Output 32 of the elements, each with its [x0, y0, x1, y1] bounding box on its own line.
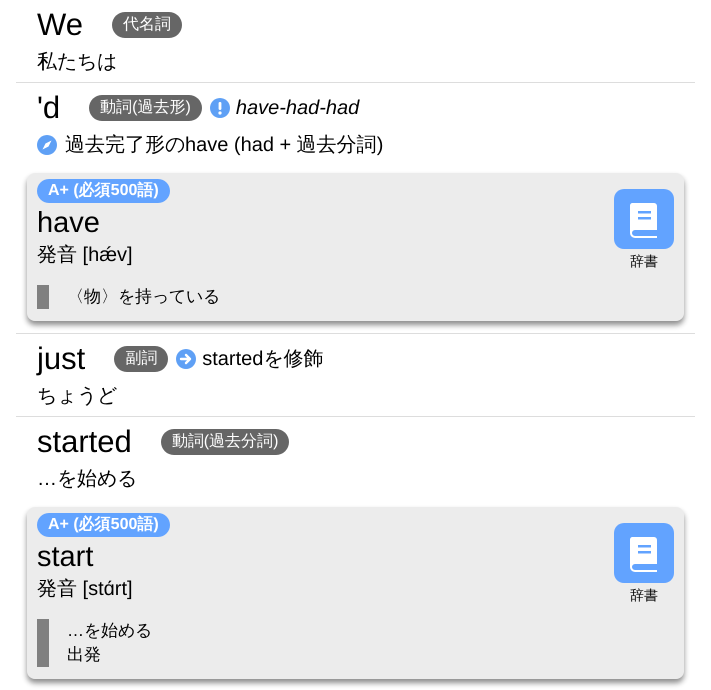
word: We [37, 6, 83, 44]
sense-text: …を始める [67, 620, 152, 642]
headword: start [37, 540, 94, 575]
headword: have [37, 206, 100, 241]
exclamation-icon [210, 98, 230, 118]
rank-badge: A+ (必須500語) [37, 179, 170, 203]
note-text: startedを修飾 [202, 347, 324, 372]
compass-icon [37, 135, 57, 155]
pronunciation: 発音 [stɑ́rt] [37, 577, 133, 602]
pronunciation: 発音 [hǽv] [37, 243, 133, 268]
sense-bar [37, 619, 49, 667]
dictionary-button[interactable]: 辞書 [614, 523, 674, 606]
word: 'd [37, 89, 60, 127]
note-text: have-had-had [236, 96, 360, 121]
rank-badge: A+ (必須500語) [37, 513, 170, 537]
meaning-text: 過去完了形のhave (had + 過去分詞) [65, 133, 384, 158]
part-of-speech-tag: 動詞(過去形) [89, 95, 202, 121]
sense-bar [37, 285, 49, 309]
part-of-speech-tag: 代名詞 [112, 12, 182, 38]
meaning-text: …を始める [37, 467, 137, 492]
book-icon [614, 523, 674, 583]
meaning-text: ちょうど [37, 384, 117, 409]
part-of-speech-tag: 副詞 [114, 346, 168, 372]
dictionary-button[interactable]: 辞書 [614, 189, 674, 272]
book-icon [614, 189, 674, 249]
part-of-speech-tag: 動詞(過去分詞) [160, 429, 290, 455]
arrow-right-icon [176, 349, 196, 369]
word: started [37, 423, 132, 461]
meaning-text: 私たちは [37, 50, 117, 75]
sense-text: 出発 [67, 644, 102, 666]
sense-text: 〈物〉を持っている [67, 286, 220, 308]
word: just [37, 340, 86, 378]
